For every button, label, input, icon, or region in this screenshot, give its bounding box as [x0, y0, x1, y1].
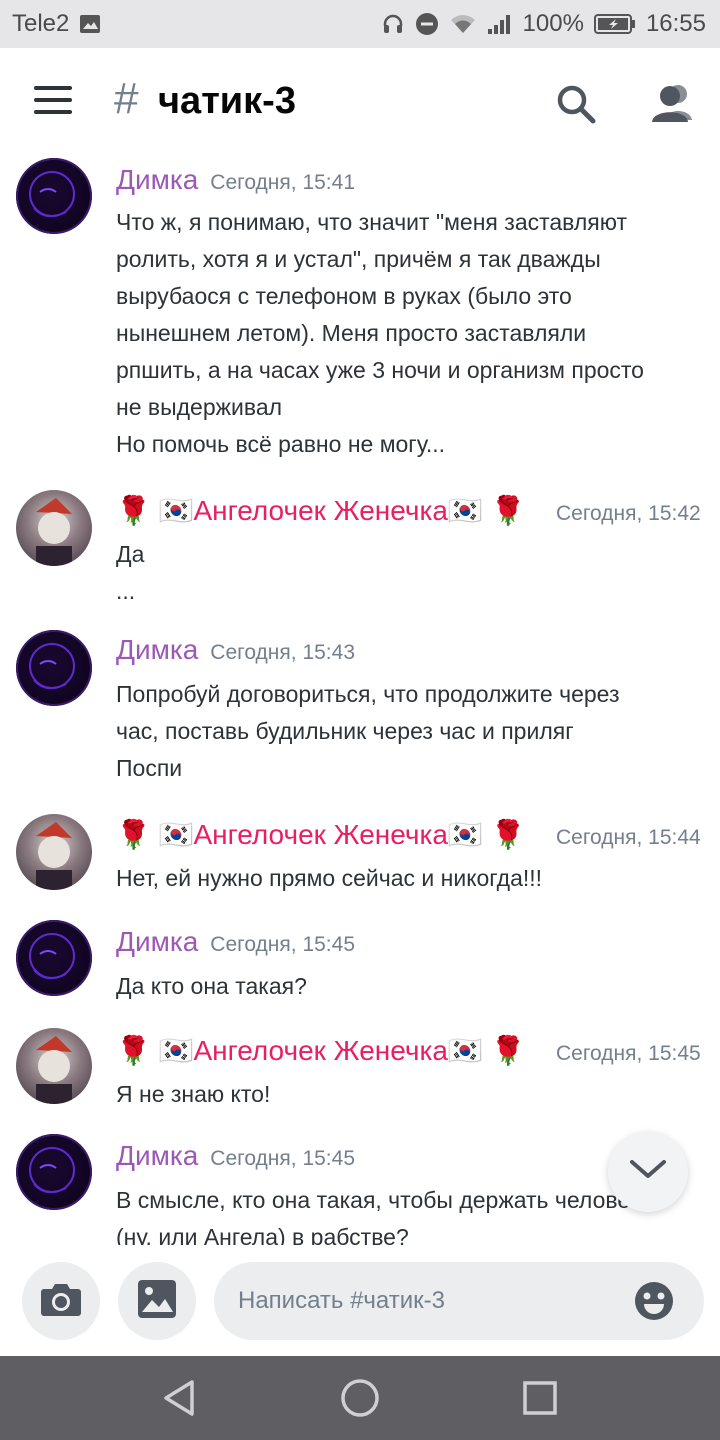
message-text: Я не знаю кто! — [116, 1081, 271, 1107]
members-icon[interactable] — [648, 80, 696, 128]
avatar[interactable] — [16, 158, 92, 234]
message-author[interactable]: Димка — [116, 164, 198, 196]
message-timestamp: Сегодня, 15:45 — [210, 1147, 355, 1170]
gallery-notification-icon — [79, 14, 101, 34]
avatar[interactable] — [16, 1134, 92, 1210]
message-timestamp: Сегодня, 15:43 — [210, 641, 355, 664]
search-icon[interactable] — [554, 82, 598, 126]
system-navigation-bar — [0, 1356, 720, 1440]
scroll-to-bottom-button[interactable] — [608, 1132, 688, 1212]
message-timestamp: Сегодня, 15:41 — [210, 171, 355, 194]
do-not-disturb-icon — [415, 12, 439, 36]
camera-button[interactable] — [22, 1262, 100, 1340]
avatar[interactable] — [16, 630, 92, 706]
menu-icon[interactable] — [34, 86, 78, 120]
message-text: Да ... — [116, 541, 145, 604]
gallery-button[interactable] — [118, 1262, 196, 1340]
carrier-name: Tele2 — [12, 10, 70, 37]
home-circle-icon[interactable] — [336, 1374, 384, 1422]
message-timestamp: Сегодня, 15:45 — [556, 1042, 701, 1065]
message-timestamp: Сегодня, 15:42 — [556, 502, 701, 525]
avatar[interactable] — [16, 814, 92, 890]
message-timestamp: Сегодня, 15:45 — [210, 933, 355, 956]
message-text: Нет, ей нужно прямо сейчас и никогда!!! — [116, 865, 543, 891]
message-text: Попробуй договориться, что продолжите че… — [116, 681, 620, 781]
image-icon — [137, 1279, 177, 1323]
back-triangle-icon[interactable] — [156, 1374, 204, 1422]
recents-square-icon[interactable] — [516, 1374, 564, 1422]
avatar[interactable] — [16, 920, 92, 996]
message-author[interactable]: 🌹 🇰🇷Ангелочек Женечка🇰🇷 🌹 — [116, 1034, 525, 1067]
message-timestamp: Сегодня, 15:44 — [556, 826, 701, 849]
avatar[interactable] — [16, 1028, 92, 1104]
headphones-icon — [381, 12, 405, 36]
message-text: В смысле, кто она такая, чтобы держать ч… — [116, 1187, 654, 1245]
message-author[interactable]: Димка — [116, 1140, 198, 1172]
channel-header: # чатик-3 — [0, 48, 720, 158]
message-input-bar: Написать #чатик-3 — [0, 1256, 720, 1356]
message-author[interactable]: Димка — [116, 926, 198, 958]
wifi-icon — [449, 13, 477, 35]
channel-title: чатик-3 — [158, 80, 296, 122]
signal-icon — [487, 13, 513, 35]
message-input[interactable]: Написать #чатик-3 — [214, 1262, 704, 1340]
emoji-icon[interactable] — [634, 1281, 674, 1321]
clock: 16:55 — [645, 10, 706, 37]
battery-icon — [593, 13, 636, 35]
message-text: Да кто она такая? — [116, 973, 307, 999]
battery-percent: 100% — [522, 10, 584, 37]
message-author[interactable]: 🌹 🇰🇷Ангелочек Женечка🇰🇷 🌹 — [116, 818, 525, 851]
message-author[interactable]: 🌹 🇰🇷Ангелочек Женечка🇰🇷 🌹 — [116, 494, 525, 527]
message-author[interactable]: Димка — [116, 634, 198, 666]
status-bar: Tele2 100% 16:55 — [0, 0, 720, 48]
avatar[interactable] — [16, 490, 92, 566]
channel-hash-icon: # — [114, 74, 139, 123]
camera-icon — [40, 1281, 82, 1321]
message-input-placeholder: Написать #чатик-3 — [238, 1287, 445, 1314]
chevron-down-icon — [628, 1158, 668, 1186]
message-text: Что ж, я понимаю, что значит "меня заста… — [116, 209, 644, 457]
message-list[interactable]: Димка Сегодня, 15:41 Что ж, я понимаю, ч… — [0, 150, 720, 1245]
